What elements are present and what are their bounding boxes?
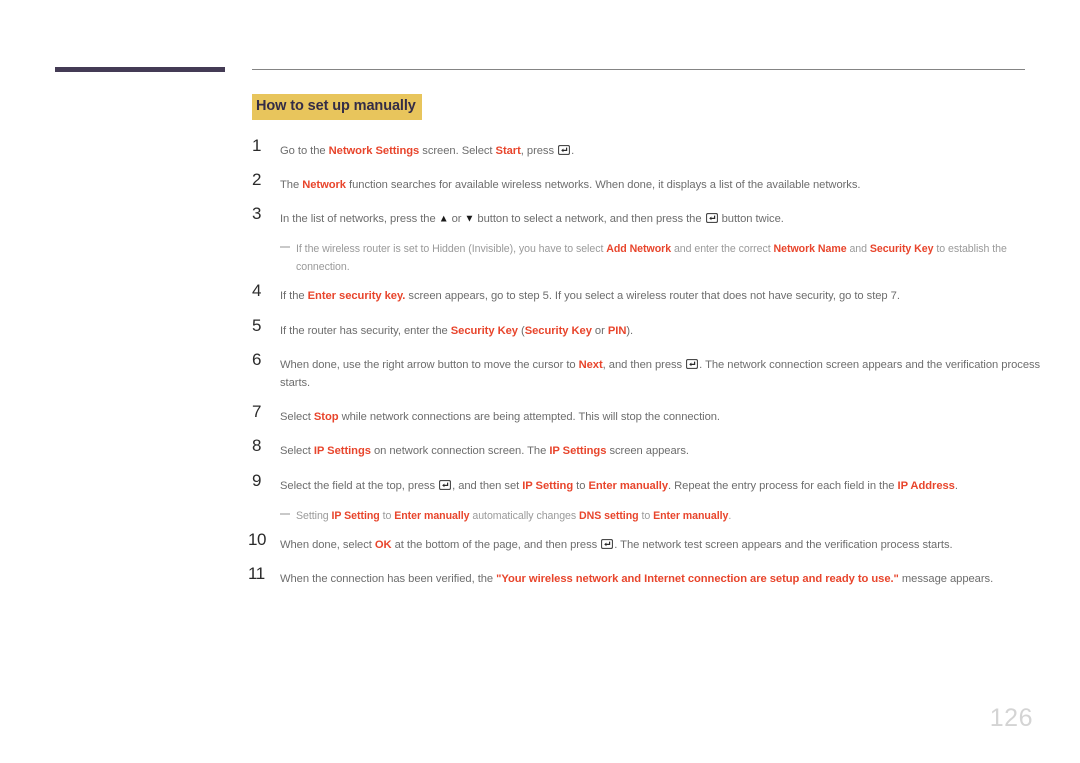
step-number: 1 [252, 135, 262, 155]
note-dash-icon [280, 512, 290, 515]
step-number: 6 [252, 349, 262, 369]
step-number: 10 [248, 529, 267, 549]
step-number: 7 [252, 402, 262, 422]
step-text: If the Enter security key. screen appear… [280, 290, 900, 303]
step-number: 5 [252, 315, 262, 335]
step-text: When done, select OK at the bottom of th… [280, 538, 953, 551]
note-text: Setting IP Setting to Enter manually aut… [296, 509, 732, 522]
page-title: How to set up manually [252, 94, 422, 120]
list-item: 3 In the list of networks, press the ▲ o… [252, 204, 1042, 227]
step-number: 11 [248, 564, 265, 584]
note-block: If the wireless router is set to Hidden … [280, 239, 1026, 275]
step-number: 8 [252, 436, 262, 456]
step-number: 3 [252, 203, 262, 223]
note-text: If the wireless router is set to Hidden … [296, 243, 1007, 274]
list-item: 4 If the Enter security key. screen appe… [252, 281, 1042, 304]
enter-key-icon [601, 538, 614, 549]
enter-key-icon [558, 144, 571, 155]
up-arrow-icon: ▲ [438, 213, 449, 225]
manual-setup-step-list: 1 Go to the Network Settings screen. Sel… [248, 136, 1042, 588]
page-content: How to set up manually 1 Go to the Netwo… [248, 94, 1042, 603]
step-number: 4 [252, 281, 262, 301]
list-item: 6 When done, use the right arrow button … [252, 350, 1042, 391]
step-text: When the connection has been verified, t… [280, 573, 994, 586]
list-item: 5 If the router has security, enter the … [252, 316, 1042, 339]
list-item: 11 When the connection has been verified… [248, 564, 1042, 587]
page-number: 126 [989, 704, 1033, 732]
step-number: 2 [252, 169, 262, 189]
step-text: Go to the Network Settings screen. Selec… [280, 144, 575, 157]
header-horizontal-rule [252, 69, 1025, 70]
list-item: 7 Select Stop while network connections … [252, 402, 1042, 425]
enter-key-icon [686, 358, 699, 369]
list-item: 8 Select IP Settings on network connecti… [252, 436, 1042, 459]
step-text: Select IP Settings on network connection… [280, 445, 689, 458]
note-block: Setting IP Setting to Enter manually aut… [280, 506, 1026, 524]
note-dash-icon [280, 246, 290, 249]
step-text: Select the field at the top, press , and… [280, 479, 958, 492]
list-item: 1 Go to the Network Settings screen. Sel… [252, 136, 1042, 159]
enter-key-icon [439, 479, 452, 490]
header-accent-bar [55, 67, 225, 72]
list-item: 10 When done, select OK at the bottom of… [248, 530, 1042, 553]
step-number: 9 [252, 470, 262, 490]
step-text: When done, use the right arrow button to… [280, 358, 1041, 389]
enter-key-icon [705, 212, 718, 223]
step-text: Select Stop while network connections ar… [280, 411, 720, 424]
list-item: 2 The Network function searches for avai… [252, 170, 1042, 193]
step-text: If the router has security, enter the Se… [280, 324, 634, 337]
step-text: The Network function searches for availa… [280, 178, 861, 191]
down-arrow-icon: ▼ [464, 213, 475, 225]
step-text: In the list of networks, press the ▲ or … [280, 212, 784, 225]
list-item: 9 Select the field at the top, press , a… [252, 471, 1042, 494]
